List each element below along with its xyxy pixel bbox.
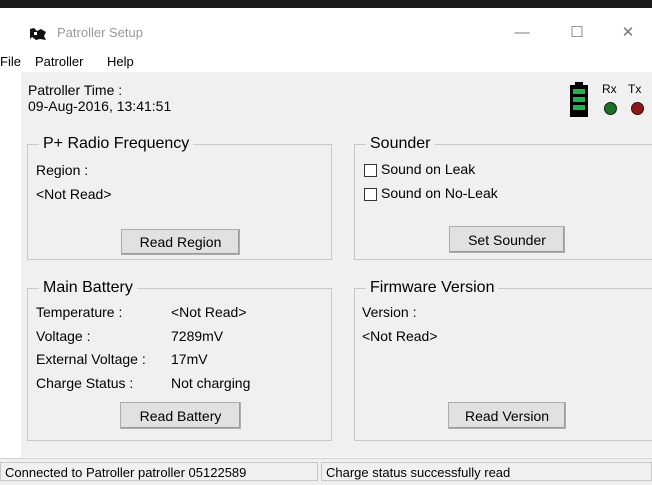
tx-label: Tx xyxy=(628,82,642,96)
sound-on-no-leak-label[interactable]: Sound on No-Leak xyxy=(381,185,498,201)
menu-help[interactable]: Help xyxy=(107,54,134,69)
close-icon[interactable]: ✕ xyxy=(608,22,648,44)
version-label: Version : xyxy=(362,304,417,320)
status-connection: Connected to Patroller patroller 0512258… xyxy=(0,462,318,481)
rx-label: Rx xyxy=(602,82,617,96)
firmware-version-title: Firmware Version xyxy=(366,279,499,297)
sound-on-leak-checkbox[interactable] xyxy=(364,164,377,177)
main-battery-title: Main Battery xyxy=(39,279,137,297)
external-voltage-label: External Voltage : xyxy=(36,351,146,367)
read-version-button[interactable]: Read Version xyxy=(448,402,566,429)
patroller-time-label: Patroller Time : xyxy=(28,82,123,98)
sound-on-leak-label[interactable]: Sound on Leak xyxy=(381,161,475,177)
charge-status-label: Charge Status : xyxy=(36,375,134,391)
sounder-title: Sounder xyxy=(366,135,435,153)
menu-file[interactable]: File xyxy=(0,54,21,69)
version-value: <Not Read> xyxy=(362,328,438,344)
voltage-label: Voltage : xyxy=(36,328,91,344)
read-battery-button[interactable]: Read Battery xyxy=(120,402,241,429)
maximize-icon[interactable]: ☐ xyxy=(557,22,597,44)
region-value: <Not Read> xyxy=(36,186,112,202)
voltage-value: 7289mV xyxy=(171,328,224,344)
patroller-time-value: 09-Aug-2016, 13:41:51 xyxy=(28,98,172,114)
external-voltage-value: 17mV xyxy=(171,351,208,367)
temperature-label: Temperature : xyxy=(36,304,123,320)
rx-led-icon xyxy=(604,102,617,115)
radio-frequency-title: P+ Radio Frequency xyxy=(39,135,194,153)
charge-status-value: Not charging xyxy=(171,375,251,391)
menu-bar: File Patroller Help xyxy=(0,52,652,72)
window-title: Patroller Setup xyxy=(57,25,143,40)
window-frame-top xyxy=(0,0,652,8)
battery-icon xyxy=(570,82,588,117)
read-region-button[interactable]: Read Region xyxy=(121,229,240,255)
menu-patroller[interactable]: Patroller xyxy=(35,54,83,69)
sound-on-no-leak-checkbox[interactable] xyxy=(364,188,377,201)
app-icon xyxy=(29,27,47,41)
tx-led-icon xyxy=(631,102,644,115)
set-sounder-button[interactable]: Set Sounder xyxy=(449,226,565,253)
temperature-value: <Not Read> xyxy=(171,304,247,320)
status-message: Charge status successfully read xyxy=(321,462,652,481)
region-label: Region : xyxy=(36,162,89,178)
minimize-icon[interactable]: — xyxy=(502,22,542,44)
status-bar: Connected to Patroller patroller 0512258… xyxy=(0,458,652,485)
